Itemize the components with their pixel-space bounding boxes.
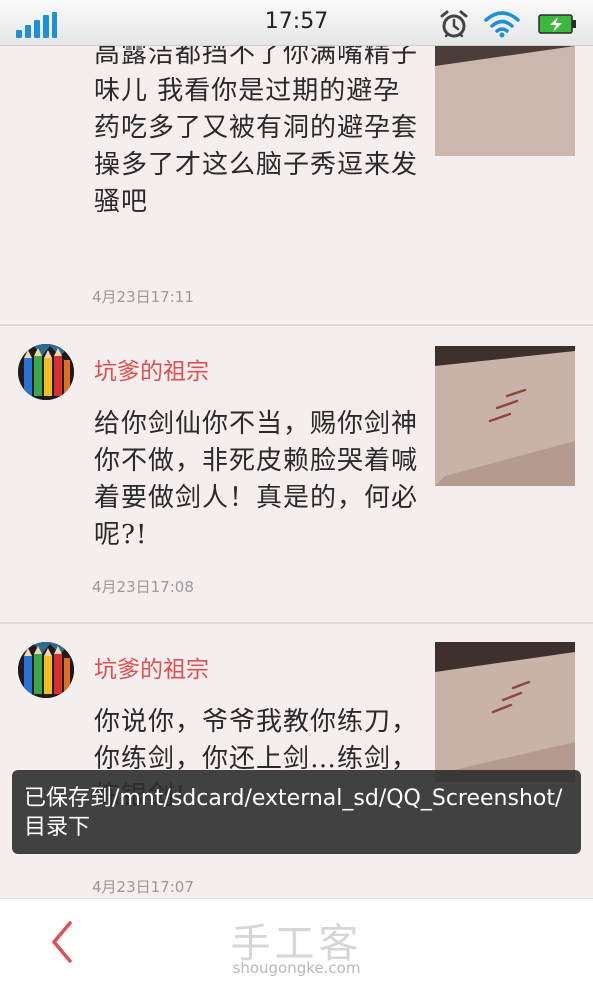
post-time: 4月23日17:08 xyxy=(92,578,194,596)
wifi-icon xyxy=(484,11,520,38)
post-image[interactable] xyxy=(435,46,575,156)
status-bar: 17:57 xyxy=(0,0,593,46)
post-time: 4月23日17:07 xyxy=(92,878,194,896)
feed-post[interactable]: 坑爹的祖宗 给你剑仙你不当，赐你剑神你不做，非死皮赖脸哭着喊着要做剑人！真是的，… xyxy=(0,326,593,624)
toast-notification: 已保存到/mnt/sdcard/external_sd/QQ_Screensho… xyxy=(12,770,581,854)
post-username[interactable]: 坑爹的祖宗 xyxy=(94,650,209,684)
avatar[interactable] xyxy=(18,344,74,400)
battery-charging-icon xyxy=(538,14,576,34)
avatar[interactable] xyxy=(18,642,74,698)
post-image[interactable] xyxy=(435,642,575,782)
post-image[interactable] xyxy=(435,346,575,486)
watermark-url: shougongke.com xyxy=(232,959,361,977)
post-username[interactable]: 坑爹的祖宗 xyxy=(94,352,209,386)
bottom-toolbar: 手工客 shougongke.com xyxy=(0,898,593,988)
feed-post[interactable]: 高露洁都挡不了你满嘴精子味儿 我看你是过期的避孕药吃多了又被有洞的避孕套操多了才… xyxy=(0,46,593,326)
alarm-clock-icon xyxy=(440,10,468,38)
post-body: 给你剑仙你不当，赐你剑神你不做，非死皮赖脸哭着喊着要做剑人！真是的，何必呢?! xyxy=(94,409,419,550)
post-body: 高露洁都挡不了你满嘴精子味儿 我看你是过期的避孕药吃多了又被有洞的避孕套操多了才… xyxy=(94,46,419,217)
feed-post[interactable]: 坑爹的祖宗 你说你，爷爷我教你练刀，你练剑，你还上剑…练剑，练银剑! 4月23日… xyxy=(0,624,593,898)
post-time: 4月23日17:11 xyxy=(92,288,194,306)
